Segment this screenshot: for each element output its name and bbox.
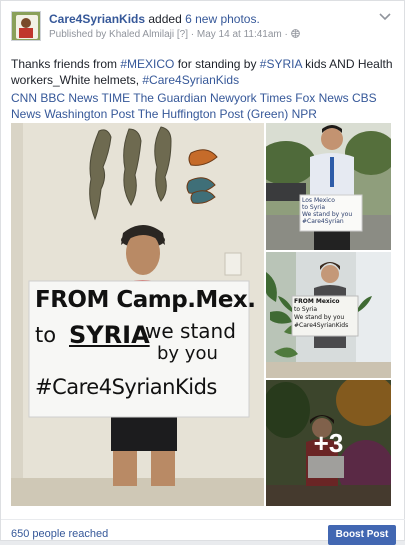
sign-line-1: FROM Camp.Mex.: [35, 287, 256, 313]
post-meta-line: Published by Khaled Almilaji [?] · May 1…: [49, 29, 300, 40]
post-header: Care4SyrianKids added 6 new photos. Publ…: [11, 11, 394, 47]
main-sign: FROM Camp.Mex. to SYRIA we stand by you …: [29, 283, 256, 415]
page-name-link[interactable]: Care4SyrianKids: [49, 12, 145, 26]
thumb-1-sign: Los Mexico to Syria We stand by you #Car…: [302, 197, 353, 225]
boost-post-button[interactable]: Boost Post: [328, 525, 396, 545]
published-by-text[interactable]: Published by Khaled Almilaji: [49, 29, 174, 40]
hashtag-care4syriankids[interactable]: #Care4SyrianKids: [142, 73, 239, 87]
sign-line-2a: to: [35, 323, 57, 347]
news-links[interactable]: CNN BBC News TIME The Guardian Newyork T…: [11, 90, 396, 122]
action-text: added: [145, 12, 186, 26]
help-badge[interactable]: [?]: [177, 29, 188, 40]
globe-icon: [290, 29, 300, 38]
sign-line-4: #Care4SyrianKids: [35, 375, 217, 399]
hashtag-mexico[interactable]: #MEXICO: [120, 57, 174, 71]
post-footer: 650 people reached Boost Post: [1, 519, 405, 545]
page-avatar[interactable]: [11, 11, 41, 41]
post-card: Care4SyrianKids added 6 new photos. Publ…: [0, 0, 405, 545]
photo-grid: FROM Camp.Mex. to SYRIA we stand by you …: [11, 123, 391, 506]
photo-thumb-1[interactable]: Los Mexico to Syria We stand by you #Car…: [266, 123, 391, 250]
sign-line-2b: SYRIA: [69, 321, 150, 349]
more-photos-overlay[interactable]: +3: [266, 380, 391, 506]
hashtag-syria[interactable]: #SYRIA: [260, 57, 302, 71]
photo-thumb-2[interactable]: FROM Mexico to Syria We stand by you #Ca…: [266, 252, 391, 378]
photo-main[interactable]: FROM Camp.Mex. to SYRIA we stand by you …: [11, 123, 264, 506]
thumb-2-sign: FROM Mexico to Syria We stand by you #Ca…: [294, 298, 349, 329]
people-reached-link[interactable]: 650 people reached: [11, 528, 108, 540]
photo-thumb-3[interactable]: +3: [266, 380, 391, 506]
post-message: Thanks friends from #MEXICO for standing…: [11, 56, 396, 124]
photos-link[interactable]: 6 new photos.: [185, 12, 260, 26]
post-date[interactable]: · May 14 at 11:41am ·: [191, 29, 288, 40]
chevron-down-icon[interactable]: [378, 13, 392, 23]
photo-thumb-1-image: [266, 123, 391, 250]
post-title-line: Care4SyrianKids added 6 new photos.: [49, 12, 260, 26]
sign-line-3: by you: [157, 343, 218, 364]
sign-line-2c: we stand: [145, 319, 236, 343]
message-paragraph: Thanks friends from #MEXICO for standing…: [11, 57, 393, 87]
